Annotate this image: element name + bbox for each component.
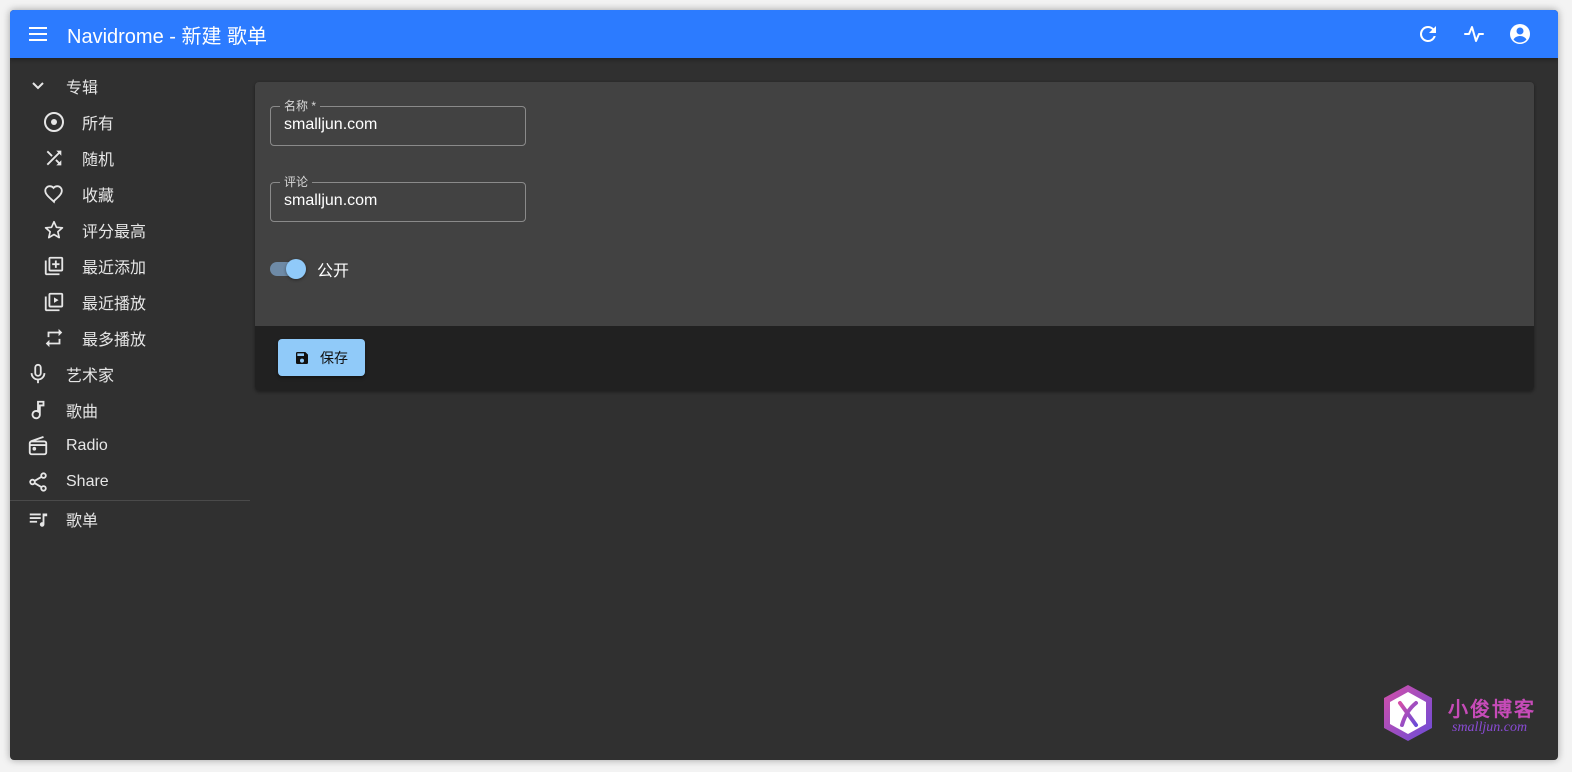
radio-icon [26,434,50,458]
create-playlist-form: 名称 * 评论 公开 保存 [255,82,1534,391]
save-button-label: 保存 [320,349,348,366]
microphone-icon [26,362,50,386]
refresh-icon[interactable] [1416,22,1440,46]
sidebar-item-label: 随机 [82,152,115,169]
watermark-cn: 小俊博客 [1448,697,1536,721]
sidebar-item-label: Radio [66,437,108,454]
playlist-icon [26,507,50,531]
sidebar-item-all-albums[interactable]: 所有 [10,104,250,140]
comment-field[interactable]: 评论 [270,175,526,222]
watermark-en: smalljun.com [1452,720,1528,735]
comment-input[interactable] [284,192,514,210]
music-note-icon [26,398,50,422]
name-field-label: 名称 * [280,99,321,113]
sidebar-item-label: 专辑 [66,80,99,97]
name-field[interactable]: 名称 * [270,99,526,146]
star-icon [42,218,66,242]
public-toggle[interactable]: 公开 [270,257,349,281]
sidebar-item-label: 最多播放 [82,332,147,349]
public-switch-thumb[interactable] [286,259,306,279]
public-switch-track[interactable] [270,259,306,279]
watermark: 小俊博客 smalljun.com [1380,683,1545,743]
comment-field-label: 评论 [280,175,313,189]
sidebar-item-label: 收藏 [82,188,115,205]
repeat-icon [42,326,66,350]
menu-icon[interactable] [27,22,51,46]
account-icon[interactable] [1508,22,1532,46]
sidebar-item-songs[interactable]: 歌曲 [10,392,250,428]
sidebar-group-albums[interactable]: 专辑 [10,68,250,104]
sidebar-item-most-played[interactable]: 最多播放 [10,320,250,356]
shuffle-icon [42,146,66,170]
sidebar-item-label: 歌单 [66,513,99,530]
sidebar-item-playlists[interactable]: 歌单 [10,501,250,537]
sidebar-item-top-rated[interactable]: 评分最高 [10,212,250,248]
sidebar-item-label: 所有 [82,116,115,133]
sidebar-item-label: 艺术家 [66,368,115,385]
app-bar: Navidrome - 新建 歌单 [10,10,1558,58]
sidebar-item-radio[interactable]: Radio [10,428,250,464]
appbar-actions [1416,22,1532,46]
library-add-icon [42,254,66,278]
save-button[interactable]: 保存 [278,339,365,376]
sidebar-item-label: 歌曲 [66,404,99,421]
heart-icon [42,182,66,206]
sidebar-item-favourites[interactable]: 收藏 [10,176,250,212]
share-icon [26,470,50,494]
sidebar-item-random[interactable]: 随机 [10,140,250,176]
sidebar-item-label: 最近添加 [82,260,147,277]
sidebar-item-share[interactable]: Share [10,464,250,500]
page-title: Navidrome - 新建 歌单 [67,25,268,48]
public-toggle-label: 公开 [317,263,350,280]
save-icon [294,349,312,367]
sidebar-item-recently-added[interactable]: 最近添加 [10,248,250,284]
watermark-logo-icon [1380,683,1436,743]
activity-icon[interactable] [1462,22,1486,46]
name-input[interactable] [284,116,514,134]
sidebar-item-recently-played[interactable]: 最近播放 [10,284,250,320]
sidebar-item-label: Share [66,473,109,490]
sidebar-item-artists[interactable]: 艺术家 [10,356,250,392]
chevron-down-icon [26,74,50,98]
sidebar: 专辑 所有 随机 收藏 评分最高 最近添加 最近播放 最多播放 艺术家 歌曲 R… [10,68,250,537]
sidebar-item-label: 最近播放 [82,296,147,313]
app-window: Navidrome - 新建 歌单 专辑 所有 随机 收藏 评分最高 最近添加 … [10,10,1558,760]
video-library-icon [42,290,66,314]
album-disc-icon [42,110,66,134]
sidebar-item-label: 评分最高 [82,224,147,241]
form-toolbar: 保存 [255,326,1534,391]
